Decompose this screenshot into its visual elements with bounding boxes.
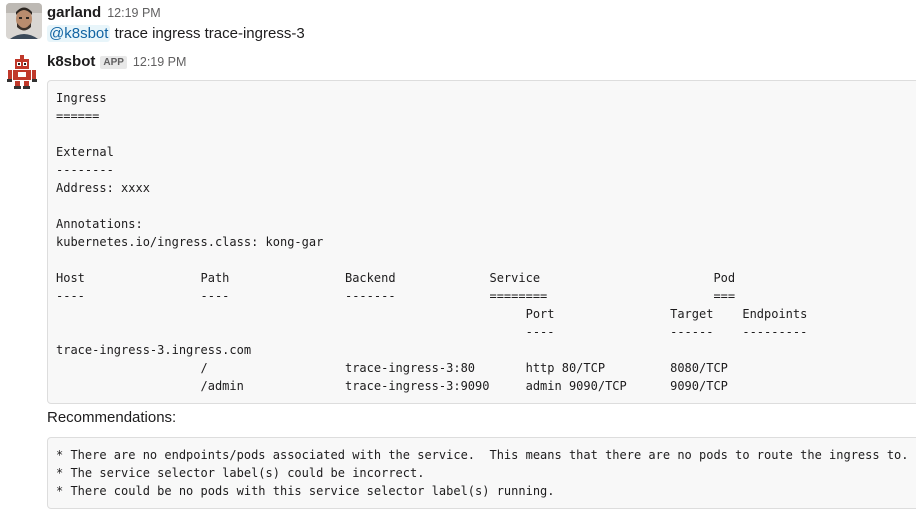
ingress-trace-code-block: Ingress ====== External -------- Address… xyxy=(47,80,916,404)
app-badge: APP xyxy=(100,56,127,69)
robot-avatar-icon xyxy=(7,55,37,89)
message-header: garland 12:19 PM xyxy=(47,4,161,21)
sender-name[interactable]: garland xyxy=(47,4,101,21)
sender-name[interactable]: k8sbot xyxy=(47,53,95,70)
recommendations-label: Recommendations: xyxy=(47,409,177,426)
user-avatar[interactable] xyxy=(6,3,42,39)
user-mention[interactable]: @k8sbot xyxy=(47,25,111,42)
timestamp[interactable]: 12:19 PM xyxy=(133,55,187,69)
message-header: k8sbot APP 12:19 PM xyxy=(47,53,186,70)
timestamp[interactable]: 12:19 PM xyxy=(107,6,161,20)
recommendations-code-block: * There are no endpoints/pods associated… xyxy=(47,437,916,509)
message-text: @k8sbot trace ingress trace-ingress-3 xyxy=(47,25,305,42)
bot-avatar[interactable] xyxy=(6,55,42,91)
command-text: trace ingress trace-ingress-3 xyxy=(110,25,305,42)
user-photo-avatar-icon xyxy=(6,3,42,39)
